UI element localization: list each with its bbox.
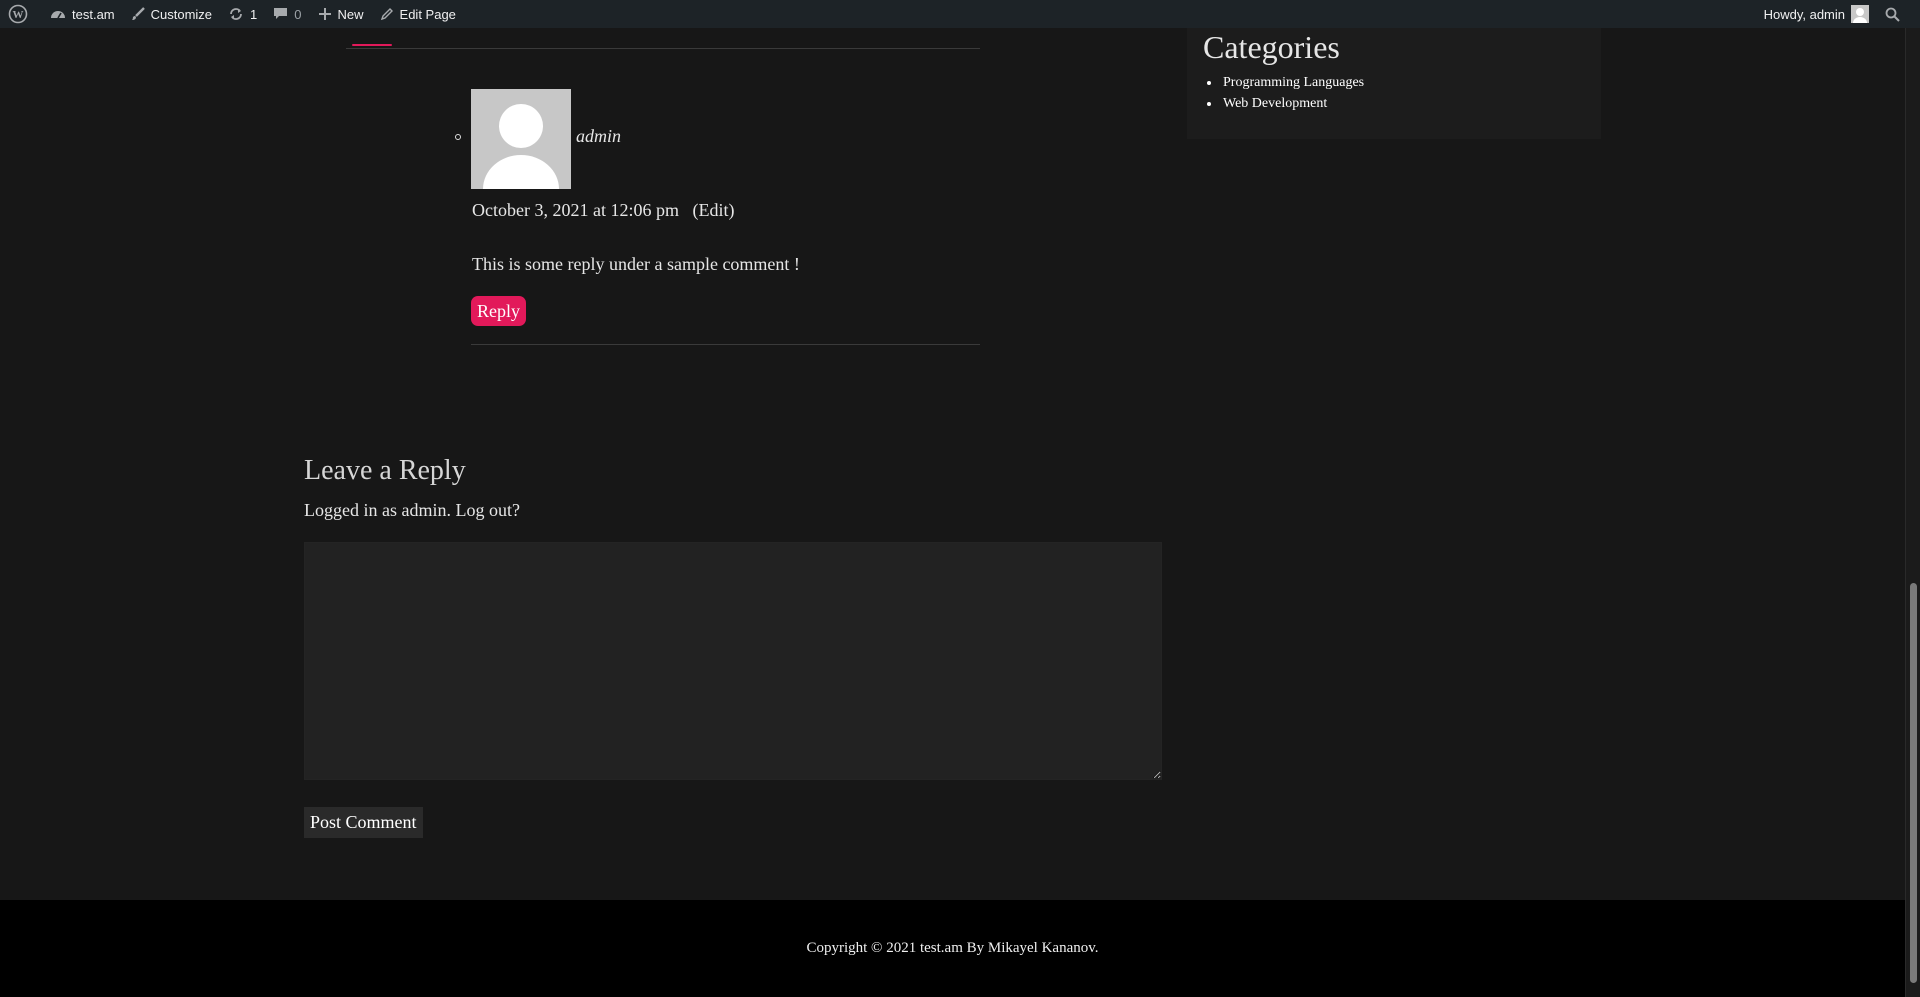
wordpress-icon: W [8, 4, 28, 24]
updates-count: 1 [250, 6, 258, 22]
edit-page-menu[interactable]: Edit Page [372, 0, 464, 28]
comment-author: admin [576, 126, 621, 146]
dashboard-icon [51, 11, 65, 19]
reply-button[interactable]: Reply [471, 296, 526, 326]
comments-count: 0 [294, 6, 302, 22]
scrollbar[interactable] [1905, 28, 1920, 997]
comment-avatar [471, 89, 571, 189]
comment-text: This is some reply under a sample commen… [472, 254, 800, 274]
edit-page-label: Edit Page [399, 6, 456, 22]
updates-menu[interactable]: 1 [220, 0, 265, 28]
wordpress-logo-menu[interactable]: W [0, 0, 42, 28]
leave-reply-heading: Leave a Reply [304, 455, 466, 486]
svg-text:W: W [13, 9, 24, 21]
plus-icon [318, 8, 331, 20]
admin-bar-secondary: Howdy, admin [1756, 0, 1920, 28]
site-name-label: test.am [72, 6, 115, 22]
search-icon [1885, 7, 1900, 22]
new-label: New [337, 6, 364, 22]
customize-menu[interactable]: Customize [123, 0, 220, 28]
search-menu[interactable] [1877, 0, 1920, 28]
previous-reply-button-edge[interactable] [352, 44, 392, 46]
post-comment-button[interactable]: Post Comment [304, 807, 423, 838]
customize-label: Customize [150, 6, 213, 22]
comment-date-link[interactable]: October 3, 2021 at 12:06 pm [472, 200, 679, 220]
new-content-menu[interactable]: New [310, 0, 372, 28]
category-link[interactable]: Web Development [1207, 93, 1364, 114]
howdy-label: Howdy, admin [1763, 6, 1845, 22]
my-account-menu[interactable]: Howdy, admin [1756, 0, 1877, 28]
logged-in-as-link[interactable]: Logged in as admin. [304, 500, 451, 520]
page-content: admin October 3, 2021 at 12:06 pm (Edit)… [0, 28, 1905, 900]
user-avatar-icon [1851, 5, 1869, 23]
categories-list: Programming Languages Web Development [1207, 72, 1364, 114]
copyright-text: Copyright © 2021 test.am By Mikayel Kana… [806, 940, 1099, 956]
paintbrush-icon [131, 7, 145, 20]
comment-divider [346, 48, 980, 49]
comment-list-bullet [455, 134, 461, 140]
updates-icon [230, 8, 242, 20]
category-link[interactable]: Programming Languages [1207, 72, 1364, 93]
comment-edit-link[interactable]: (Edit) [692, 200, 734, 220]
site-footer: Copyright © 2021 test.am By Mikayel Kana… [0, 900, 1905, 997]
scrollbar-thumb[interactable] [1910, 583, 1917, 983]
comment-divider [471, 344, 980, 345]
comment-bubble-icon [274, 8, 288, 19]
pencil-icon [380, 8, 393, 21]
default-avatar-icon [483, 104, 559, 189]
categories-widget: Categories Programming Languages Web Dev… [1187, 28, 1601, 139]
categories-title: Categories [1203, 29, 1340, 65]
comments-menu[interactable]: 0 [265, 0, 309, 28]
site-name-menu[interactable]: test.am [42, 0, 123, 28]
logout-link[interactable]: Log out? [455, 500, 520, 520]
logged-in-text: Logged in as admin. Log out? [304, 500, 520, 521]
comment-textarea[interactable] [304, 542, 1162, 780]
admin-bar: W test.am Customize 1 0 New Edit Page Ho… [0, 0, 1920, 28]
comment-meta: October 3, 2021 at 12:06 pm (Edit) [472, 200, 734, 221]
